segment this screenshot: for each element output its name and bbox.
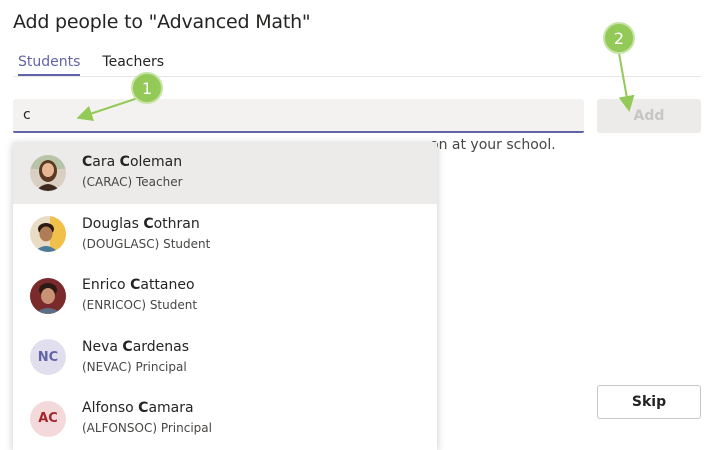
people-search-input[interactable]	[13, 99, 584, 133]
suggestion-subtitle: (NEVAC) Principal	[82, 359, 187, 374]
tab-teachers[interactable]: Teachers	[102, 54, 164, 76]
avatar-photo	[30, 216, 66, 253]
suggestion-subtitle: (DOUGLASC) Student	[82, 236, 211, 251]
suggestion-item-douglas-cothran[interactable]: Douglas Cothran (DOUGLASC) Student	[13, 204, 437, 266]
callout-2-arrow	[618, 52, 635, 112]
suggestion-item-alfonso-camara[interactable]: AC Alfonso Camara (ALFONSOC) Principal	[13, 388, 437, 450]
skip-button[interactable]: Skip	[597, 385, 701, 419]
suggestion-name: Cara Coleman	[82, 154, 183, 170]
suggestion-subtitle: (ENRICOC) Student	[82, 298, 198, 312]
suggestion-item-cara-coleman[interactable]: Cara Coleman (CARAC) Teacher	[13, 142, 437, 204]
tab-students[interactable]: Students	[18, 54, 81, 76]
suggestion-subtitle: (ALFONSOC) Principal	[82, 421, 212, 435]
suggestion-name: Alfonso Camara	[82, 400, 194, 416]
suggestion-dropdown: Cara Coleman (CARAC) Teacher Douglas Cot…	[13, 142, 437, 450]
callout-2: 2	[603, 22, 635, 54]
suggestion-name: Neva Cardenas	[82, 338, 190, 355]
suggestion-name: Enrico Cattaneo	[82, 277, 195, 293]
add-button[interactable]: Add	[597, 99, 701, 133]
avatar-photo	[30, 154, 66, 191]
suggestion-subtitle: (CARAC) Teacher	[82, 175, 183, 189]
suggestion-name: Douglas Cothran	[82, 215, 200, 232]
hint-text: on at your school.	[430, 137, 556, 153]
avatar-initials: NC	[30, 339, 66, 376]
avatar-photo	[30, 277, 66, 314]
suggestion-item-enrico-cattaneo[interactable]: Enrico Cattaneo (ENRICOC) Student	[13, 265, 437, 327]
suggestion-item-neva-cardenas[interactable]: NC Neva Cardenas (NEVAC) Principal	[13, 327, 437, 389]
avatar-initials: AC	[30, 400, 66, 437]
dialog-title: Add people to "Advanced Math"	[13, 11, 311, 33]
callout-1: 1	[131, 72, 163, 104]
tab-divider	[13, 76, 701, 77]
